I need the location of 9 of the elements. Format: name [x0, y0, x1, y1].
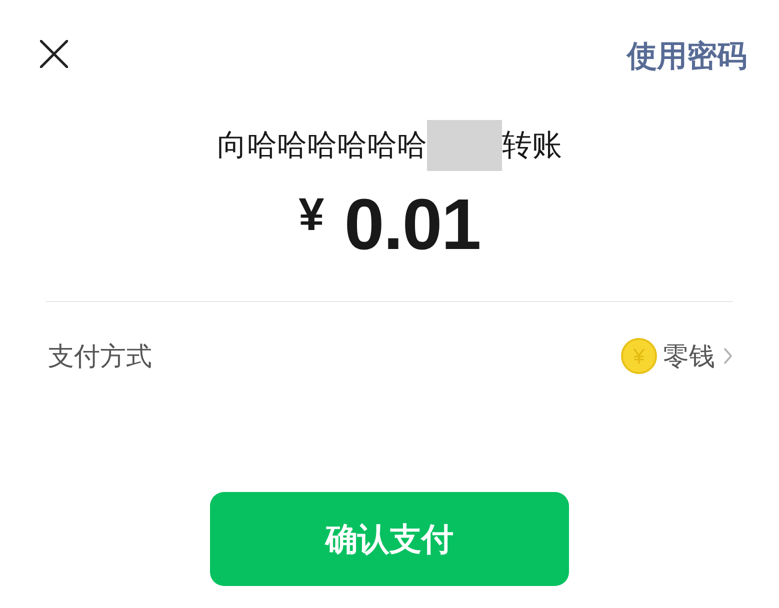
coin-icon	[621, 338, 657, 374]
use-password-link[interactable]: 使用密码	[627, 42, 747, 72]
transfer-label: 转账	[502, 130, 562, 160]
currency-symbol: ¥	[298, 191, 324, 237]
transfer-recipient-text: 向哈哈哈哈哈哈	[217, 130, 427, 160]
amount-value: 0.01	[344, 189, 480, 261]
close-icon[interactable]	[40, 40, 68, 68]
payment-method-value[interactable]: 零钱	[663, 343, 715, 369]
payment-method-label: 支付方式	[48, 343, 152, 369]
